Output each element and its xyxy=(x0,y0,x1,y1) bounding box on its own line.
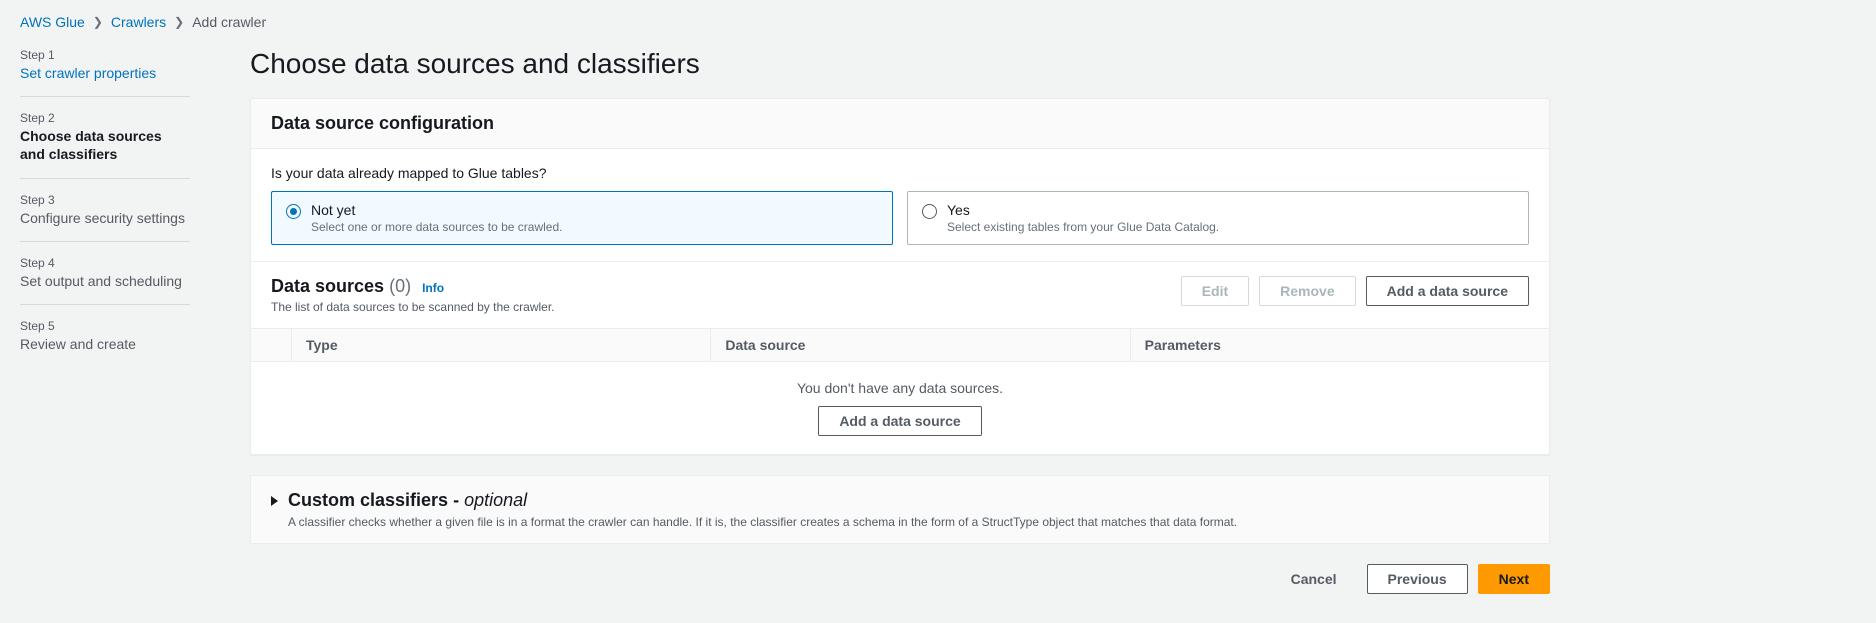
step-title: Choose data sources and classifiers xyxy=(20,127,190,163)
info-link[interactable]: Info xyxy=(422,281,444,295)
panel-title: Data source configuration xyxy=(271,113,1529,134)
option-title: Not yet xyxy=(311,202,562,218)
step-number: Step 3 xyxy=(20,193,190,207)
column-type[interactable]: Type xyxy=(291,329,710,361)
column-data-source[interactable]: Data source xyxy=(710,329,1129,361)
step-5: Step 5 Review and create xyxy=(20,319,190,367)
edit-button[interactable]: Edit xyxy=(1181,276,1249,306)
step-4: Step 4 Set output and scheduling xyxy=(20,256,190,305)
step-number: Step 1 xyxy=(20,48,190,62)
chevron-right-icon: ❯ xyxy=(93,15,103,29)
step-number: Step 2 xyxy=(20,111,190,125)
radio-icon xyxy=(286,204,301,219)
caret-right-icon xyxy=(271,496,278,506)
step-3: Step 3 Configure security settings xyxy=(20,193,190,242)
column-parameters[interactable]: Parameters xyxy=(1130,329,1549,361)
previous-button[interactable]: Previous xyxy=(1367,564,1468,594)
option-desc: Select existing tables from your Glue Da… xyxy=(947,220,1219,234)
checkbox-column xyxy=(251,329,291,361)
cancel-button[interactable]: Cancel xyxy=(1271,565,1357,593)
classifiers-desc: A classifier checks whether a given file… xyxy=(288,515,1529,529)
breadcrumb-link-glue[interactable]: AWS Glue xyxy=(20,14,85,30)
empty-message: You don't have any data sources. xyxy=(269,380,1531,396)
next-button[interactable]: Next xyxy=(1478,564,1550,594)
breadcrumb: AWS Glue ❯ Crawlers ❯ Add crawler xyxy=(20,14,1856,30)
data-sources-header: Data sources (0) Info The list of data s… xyxy=(251,262,1549,328)
step-title: Set crawler properties xyxy=(20,64,190,82)
radio-icon xyxy=(922,204,937,219)
breadcrumb-current: Add crawler xyxy=(192,14,266,30)
custom-classifiers-panel: Custom classifiers - optional A classifi… xyxy=(250,475,1550,544)
radio-option-yes[interactable]: Yes Select existing tables from your Glu… xyxy=(907,191,1529,245)
step-number: Step 5 xyxy=(20,319,190,333)
add-data-source-empty-button[interactable]: Add a data source xyxy=(818,406,981,436)
radio-option-not-yet[interactable]: Not yet Select one or more data sources … xyxy=(271,191,893,245)
wizard-steps-sidebar: Step 1 Set crawler properties Step 2 Cho… xyxy=(20,48,190,594)
page-title: Choose data sources and classifiers xyxy=(250,48,1550,80)
step-2: Step 2 Choose data sources and classifie… xyxy=(20,111,190,178)
expand-toggle[interactable]: Custom classifiers - optional xyxy=(271,490,1529,511)
data-sources-count: (0) xyxy=(389,276,411,296)
step-1[interactable]: Step 1 Set crawler properties xyxy=(20,48,190,97)
breadcrumb-link-crawlers[interactable]: Crawlers xyxy=(111,14,166,30)
remove-button[interactable]: Remove xyxy=(1259,276,1355,306)
data-source-config-panel: Data source configuration Is your data a… xyxy=(250,98,1550,455)
step-title: Review and create xyxy=(20,335,190,353)
main-content: Choose data sources and classifiers Data… xyxy=(250,48,1550,594)
option-desc: Select one or more data sources to be cr… xyxy=(311,220,562,234)
step-title: Set output and scheduling xyxy=(20,272,190,290)
classifiers-title: Custom classifiers - optional xyxy=(288,490,527,511)
chevron-right-icon: ❯ xyxy=(174,15,184,29)
data-sources-table-header: Type Data source Parameters xyxy=(251,328,1549,362)
data-sources-subtitle: The list of data sources to be scanned b… xyxy=(271,300,555,314)
empty-state: You don't have any data sources. Add a d… xyxy=(251,362,1549,454)
data-sources-title: Data sources (0) xyxy=(271,276,416,296)
step-number: Step 4 xyxy=(20,256,190,270)
add-data-source-button[interactable]: Add a data source xyxy=(1366,276,1529,306)
config-question: Is your data already mapped to Glue tabl… xyxy=(271,165,1529,181)
step-title: Configure security settings xyxy=(20,209,190,227)
wizard-footer: Cancel Previous Next xyxy=(250,564,1550,594)
option-title: Yes xyxy=(947,202,1219,218)
